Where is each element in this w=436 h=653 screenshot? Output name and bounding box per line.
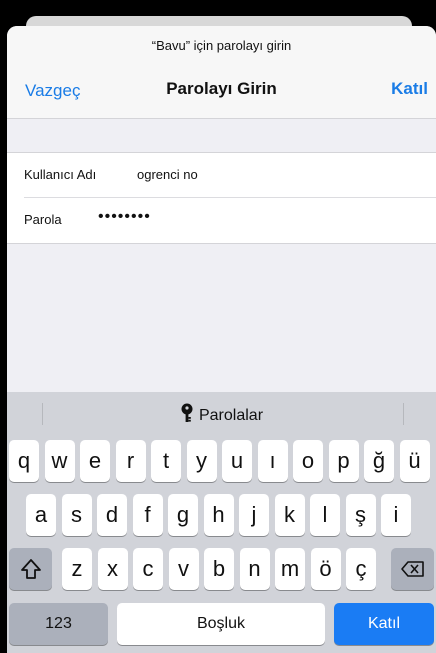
password-dialog: “Bavu” için parolayı girin Vazgeç Parola… bbox=[7, 26, 436, 653]
numbers-key[interactable]: 123 bbox=[9, 603, 108, 645]
key-a[interactable]: a bbox=[26, 494, 56, 536]
suggestion-bar: Parolalar bbox=[7, 392, 436, 436]
key-z[interactable]: z bbox=[62, 548, 92, 590]
username-label: Kullanıcı Adı bbox=[24, 167, 97, 182]
return-key[interactable]: Katıl bbox=[334, 603, 434, 645]
key-v[interactable]: v bbox=[168, 548, 199, 590]
key-p[interactable]: p bbox=[328, 440, 359, 482]
key-c[interactable]: c bbox=[133, 548, 163, 590]
join-button[interactable]: Katıl bbox=[391, 79, 428, 99]
shift-icon bbox=[20, 559, 41, 579]
key-u[interactable]: u bbox=[222, 440, 252, 482]
key-ı[interactable]: ı bbox=[257, 440, 288, 482]
space-key[interactable]: Boşluk bbox=[117, 603, 325, 645]
key-s[interactable]: s bbox=[61, 494, 92, 536]
key-r[interactable]: r bbox=[115, 440, 146, 482]
header-divider bbox=[7, 118, 436, 119]
key-i[interactable]: i bbox=[381, 494, 411, 536]
key-m[interactable]: m bbox=[275, 548, 305, 590]
key-ç[interactable]: ç bbox=[346, 548, 376, 590]
password-row[interactable]: Parola •••••••• bbox=[7, 198, 436, 242]
key-q[interactable]: q bbox=[9, 440, 39, 482]
key-icon bbox=[180, 403, 194, 428]
backspace-icon bbox=[400, 561, 424, 577]
password-field[interactable]: •••••••• bbox=[98, 208, 151, 226]
key-d[interactable]: d bbox=[97, 494, 127, 536]
key-ğ[interactable]: ğ bbox=[364, 440, 394, 482]
key-l[interactable]: l bbox=[310, 494, 340, 536]
key-f[interactable]: f bbox=[132, 494, 163, 536]
key-ş[interactable]: ş bbox=[345, 494, 376, 536]
passwords-suggestion[interactable]: Parolalar bbox=[7, 403, 436, 428]
shift-key[interactable] bbox=[9, 548, 52, 590]
suggestion-divider-right bbox=[403, 403, 404, 425]
key-x[interactable]: x bbox=[97, 548, 128, 590]
key-ö[interactable]: ö bbox=[310, 548, 341, 590]
key-h[interactable]: h bbox=[203, 494, 234, 536]
key-ü[interactable]: ü bbox=[399, 440, 430, 482]
password-label: Parola bbox=[24, 212, 62, 227]
key-n[interactable]: n bbox=[239, 548, 270, 590]
dialog-title: Parolayı Girin bbox=[166, 79, 277, 98]
key-e[interactable]: e bbox=[80, 440, 110, 482]
key-t[interactable]: t bbox=[151, 440, 181, 482]
username-field[interactable]: ogrenci no bbox=[137, 167, 198, 182]
dialog-prompt: “Bavu” için parolayı girin bbox=[151, 38, 292, 53]
username-row[interactable]: Kullanıcı Adı ogrenci no bbox=[7, 153, 436, 197]
key-k[interactable]: k bbox=[274, 494, 305, 536]
passwords-label: Parolalar bbox=[198, 407, 264, 424]
key-b[interactable]: b bbox=[204, 548, 234, 590]
keyboard: Parolalar qwertyuıopğü asdfghjklşi zxcvbnm… bbox=[7, 392, 436, 653]
dialog-header: “Bavu” için parolayı girin Vazgeç Parola… bbox=[7, 26, 436, 118]
key-w[interactable]: w bbox=[44, 440, 75, 482]
key-y[interactable]: y bbox=[186, 440, 217, 482]
key-g[interactable]: g bbox=[168, 494, 198, 536]
key-o[interactable]: o bbox=[293, 440, 323, 482]
backspace-key[interactable] bbox=[391, 548, 434, 590]
key-j[interactable]: j bbox=[239, 494, 269, 536]
credentials-form: Kullanıcı Adı ogrenci no Parola •••••••• bbox=[7, 152, 436, 244]
